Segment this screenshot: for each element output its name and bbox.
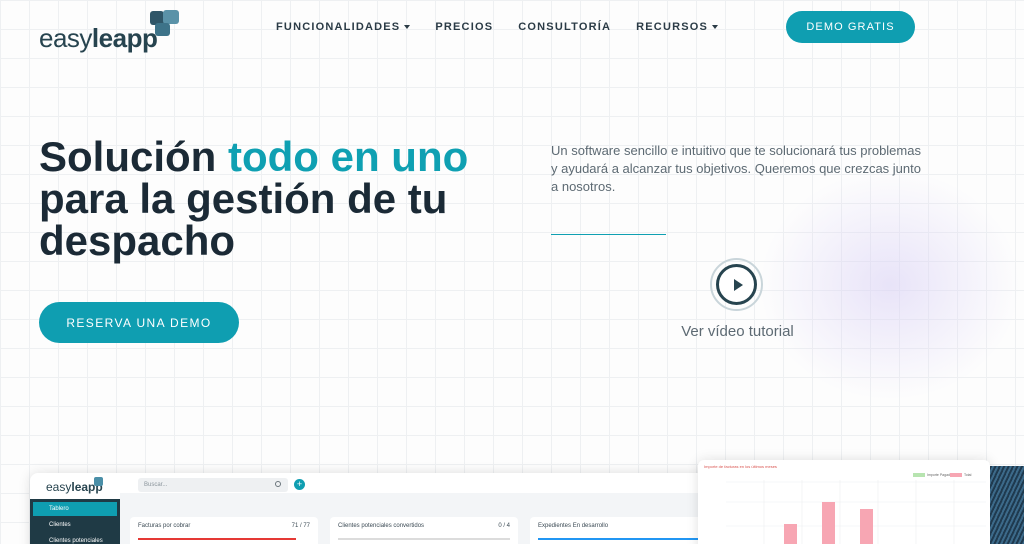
mockup-chart-svg xyxy=(726,480,986,544)
search-icon xyxy=(275,481,281,487)
mockup-card-facturas: Facturas por cobrar 71 / 77 xyxy=(130,517,318,544)
logo-text: easyleapp xyxy=(39,23,158,53)
caret-down-icon xyxy=(404,25,411,29)
progress-bar xyxy=(138,538,296,540)
nav-item-precios[interactable]: PRECIOS xyxy=(435,19,493,35)
demo-gratis-button[interactable]: DEMO GRATIS xyxy=(786,11,915,43)
mockup-logo-square xyxy=(94,477,103,486)
reserva-demo-button[interactable]: RESERVA UNA DEMO xyxy=(39,302,239,343)
mockup-add-icon: + xyxy=(294,479,305,490)
chart-bar xyxy=(822,502,835,544)
site-header: easyleapp FUNCIONALIDADES PRECIOS CONSUL… xyxy=(0,0,1024,58)
chart-bar xyxy=(860,509,873,544)
mockup-sidebar-item-potenciales: Clientes potenciales xyxy=(49,538,103,544)
hero-title: Solución todo en uno para la gestión de t… xyxy=(39,133,469,264)
mockup-chart-card: Importe de facturas en los últimos meses… xyxy=(698,460,990,544)
mockup-sidebar-item-tablero: Tablero xyxy=(33,502,117,516)
play-video-button[interactable] xyxy=(710,258,763,311)
progress-bar xyxy=(338,538,510,540)
mockup-card-expedientes: Expedientes En desarrollo xyxy=(530,517,710,544)
progress-bar xyxy=(538,538,698,540)
nav-item-funcionalidades[interactable]: FUNCIONALIDADES xyxy=(276,19,411,35)
mockup-card-potenciales: Clientes potenciales convertidos 0 / 4 xyxy=(330,517,518,544)
video-tutorial-link[interactable]: Ver vídeo tutorial xyxy=(675,323,800,340)
mockup-sidebar-item-clientes: Clientes xyxy=(49,522,71,528)
app-mockup: easyleapp Tablero Clientes Clientes pote… xyxy=(30,473,710,544)
caret-down-icon xyxy=(712,25,719,29)
logo-square-light xyxy=(163,10,179,24)
divider-line xyxy=(551,234,666,235)
decorative-stripes xyxy=(990,466,1024,544)
chart-bar xyxy=(784,524,797,544)
nav-item-recursos[interactable]: RECURSOS xyxy=(636,19,719,35)
background-glow xyxy=(760,170,1020,400)
brand-logo[interactable]: easyleapp xyxy=(39,6,189,53)
play-icon xyxy=(716,264,757,305)
mockup-search-input: Buscar... xyxy=(138,478,288,492)
nav-item-consultoria[interactable]: CONSULTORÍA xyxy=(518,19,611,35)
hero-title-accent: todo en uno xyxy=(228,133,469,180)
main-nav: FUNCIONALIDADES PRECIOS CONSULTORÍA RECU… xyxy=(276,19,719,35)
hero-description: Un software sencillo e intuitivo que te … xyxy=(551,143,921,194)
